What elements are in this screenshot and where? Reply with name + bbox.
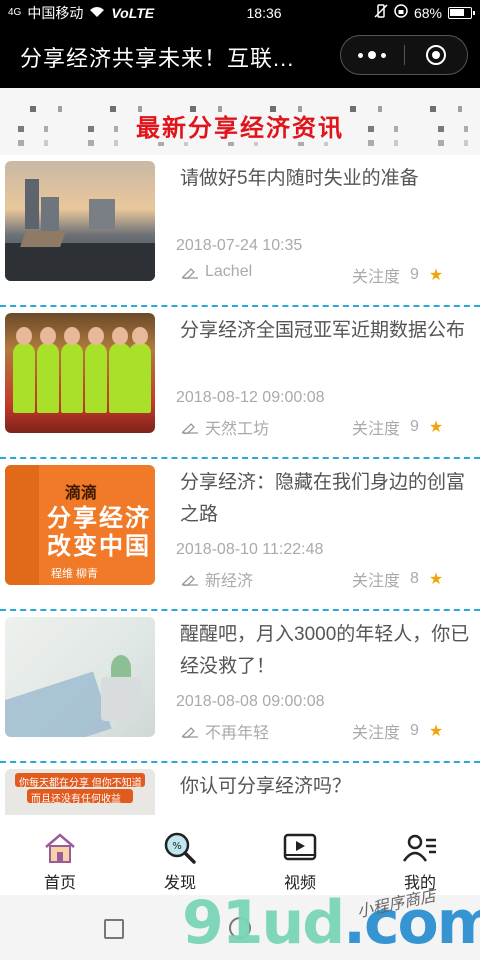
close-button[interactable] — [405, 36, 468, 74]
close-icon — [425, 45, 446, 65]
article-title: 分享经济：隐藏在我们身边的创富之路 — [180, 472, 466, 525]
battery-icon — [447, 6, 475, 19]
article-item[interactable]: 你每天都在分享 但你不知道 而且还没有任何收益 你认可分享经济吗？ — [0, 763, 480, 815]
discover-icon: % — [164, 832, 196, 864]
article-date: 2018-07-24 10:35 — [176, 237, 303, 254]
tab-bar: 首页 % 发现 视频 我的 — [0, 823, 480, 895]
article-title: 醒醒吧，月入3000的年轻人，你已经没救了！ — [180, 624, 470, 677]
more-dot-icon — [381, 52, 387, 58]
book-cover-authors: 程维 柳青 — [51, 568, 99, 580]
article-item[interactable]: 醒醒吧，月入3000的年轻人，你已经没救了！ 2018-08-08 09:00:… — [0, 611, 480, 763]
battery-percent: 68% — [413, 4, 442, 21]
article-thumbnail — [5, 617, 155, 737]
article-item[interactable]: 滴滴 分享经济 改变中国 程维 柳青 分享经济：隐藏在我们身边的创富之路 201… — [0, 459, 480, 611]
article-date: 2018-08-08 09:00:08 — [176, 693, 325, 710]
author-pen-icon — [182, 575, 198, 586]
author-pen-icon — [182, 423, 198, 434]
volte-label: VoLTE — [111, 4, 155, 21]
article-date: 2018-08-12 09:00:08 — [176, 389, 325, 406]
wifi-icon — [89, 5, 105, 21]
article-author: 天然工坊 — [205, 421, 270, 438]
hot-label: 关注度 — [352, 573, 401, 590]
author-pen-icon — [182, 727, 198, 738]
more-dot-icon — [368, 51, 377, 59]
banner-title: 最新分享经济资讯 — [132, 115, 348, 142]
book-cover-top: 滴滴 — [65, 485, 98, 502]
profile-icon — [402, 834, 436, 862]
tab-home[interactable]: 首页 — [0, 823, 120, 895]
hot-label: 关注度 — [352, 269, 401, 286]
star-icon: ★ — [428, 267, 444, 284]
promo-line1: 你每天都在分享 但你不知道 — [19, 778, 142, 789]
status-bar: 4G 中国移动 VoLTE 18:36 68% — [0, 0, 480, 25]
author-pen-icon — [182, 268, 198, 279]
star-icon: ★ — [428, 419, 444, 436]
hot-label: 关注度 — [352, 421, 401, 438]
nav-bar: 分享经济共享未来！互联... — [0, 25, 480, 88]
article-list: 请做好5年内随时失业的准备 2018-07-24 10:35 Lachel 关注… — [0, 155, 480, 815]
promo-line2: 而且还没有任何收益 — [31, 794, 121, 805]
star-icon: ★ — [428, 571, 444, 588]
vibrate-icon — [374, 4, 388, 21]
recents-button[interactable] — [104, 919, 124, 939]
video-icon — [283, 833, 317, 861]
page-title: 分享经济共享未来！互联... — [20, 46, 295, 71]
article-thumbnail — [5, 313, 155, 433]
hot-count: 9 — [410, 418, 419, 435]
lock-icon — [394, 4, 408, 21]
article-title: 分享经济全国冠亚军近期数据公布 — [180, 320, 466, 341]
signal-indicator: 4G — [8, 7, 22, 18]
book-cover-line1: 分享经济 — [47, 505, 151, 532]
more-button[interactable] — [341, 36, 404, 74]
tab-video[interactable]: 视频 — [240, 823, 360, 895]
article-item[interactable]: 请做好5年内随时失业的准备 2018-07-24 10:35 Lachel 关注… — [0, 155, 480, 307]
watermark-brand: 91ud — [182, 888, 345, 958]
svg-text:%: % — [172, 841, 182, 852]
article-thumbnail — [5, 161, 155, 281]
hot-count: 9 — [410, 722, 419, 739]
book-cover-line2: 改变中国 — [47, 533, 151, 560]
miniprogram-capsule — [340, 35, 468, 75]
tab-discover[interactable]: % 发现 — [120, 823, 240, 895]
status-time: 18:36 — [246, 4, 282, 21]
article-item[interactable]: 分享经济全国冠亚军近期数据公布 2018-08-12 09:00:08 天然工坊… — [0, 307, 480, 459]
article-date: 2018-08-10 11:22:48 — [176, 541, 324, 558]
hot-count: 9 — [410, 266, 419, 283]
section-banner: 最新分享经济资讯 — [0, 88, 480, 155]
article-title: 请做好5年内随时失业的准备 — [180, 168, 419, 189]
article-title: 你认可分享经济吗？ — [180, 776, 352, 797]
article-author: 不再年轻 — [205, 725, 270, 742]
article-thumbnail: 滴滴 分享经济 改变中国 程维 柳青 — [5, 465, 155, 585]
more-dot-icon — [358, 52, 364, 58]
article-author: Lachel — [205, 263, 253, 280]
home-icon — [45, 833, 75, 863]
article-author: 新经济 — [205, 573, 254, 590]
hot-label: 关注度 — [352, 725, 401, 742]
carrier-name: 中国移动 — [27, 4, 84, 21]
star-icon: ★ — [428, 723, 444, 740]
tab-home-label: 首页 — [43, 875, 76, 892]
article-thumbnail: 你每天都在分享 但你不知道 而且还没有任何收益 — [5, 769, 155, 815]
hot-count: 8 — [410, 570, 419, 587]
